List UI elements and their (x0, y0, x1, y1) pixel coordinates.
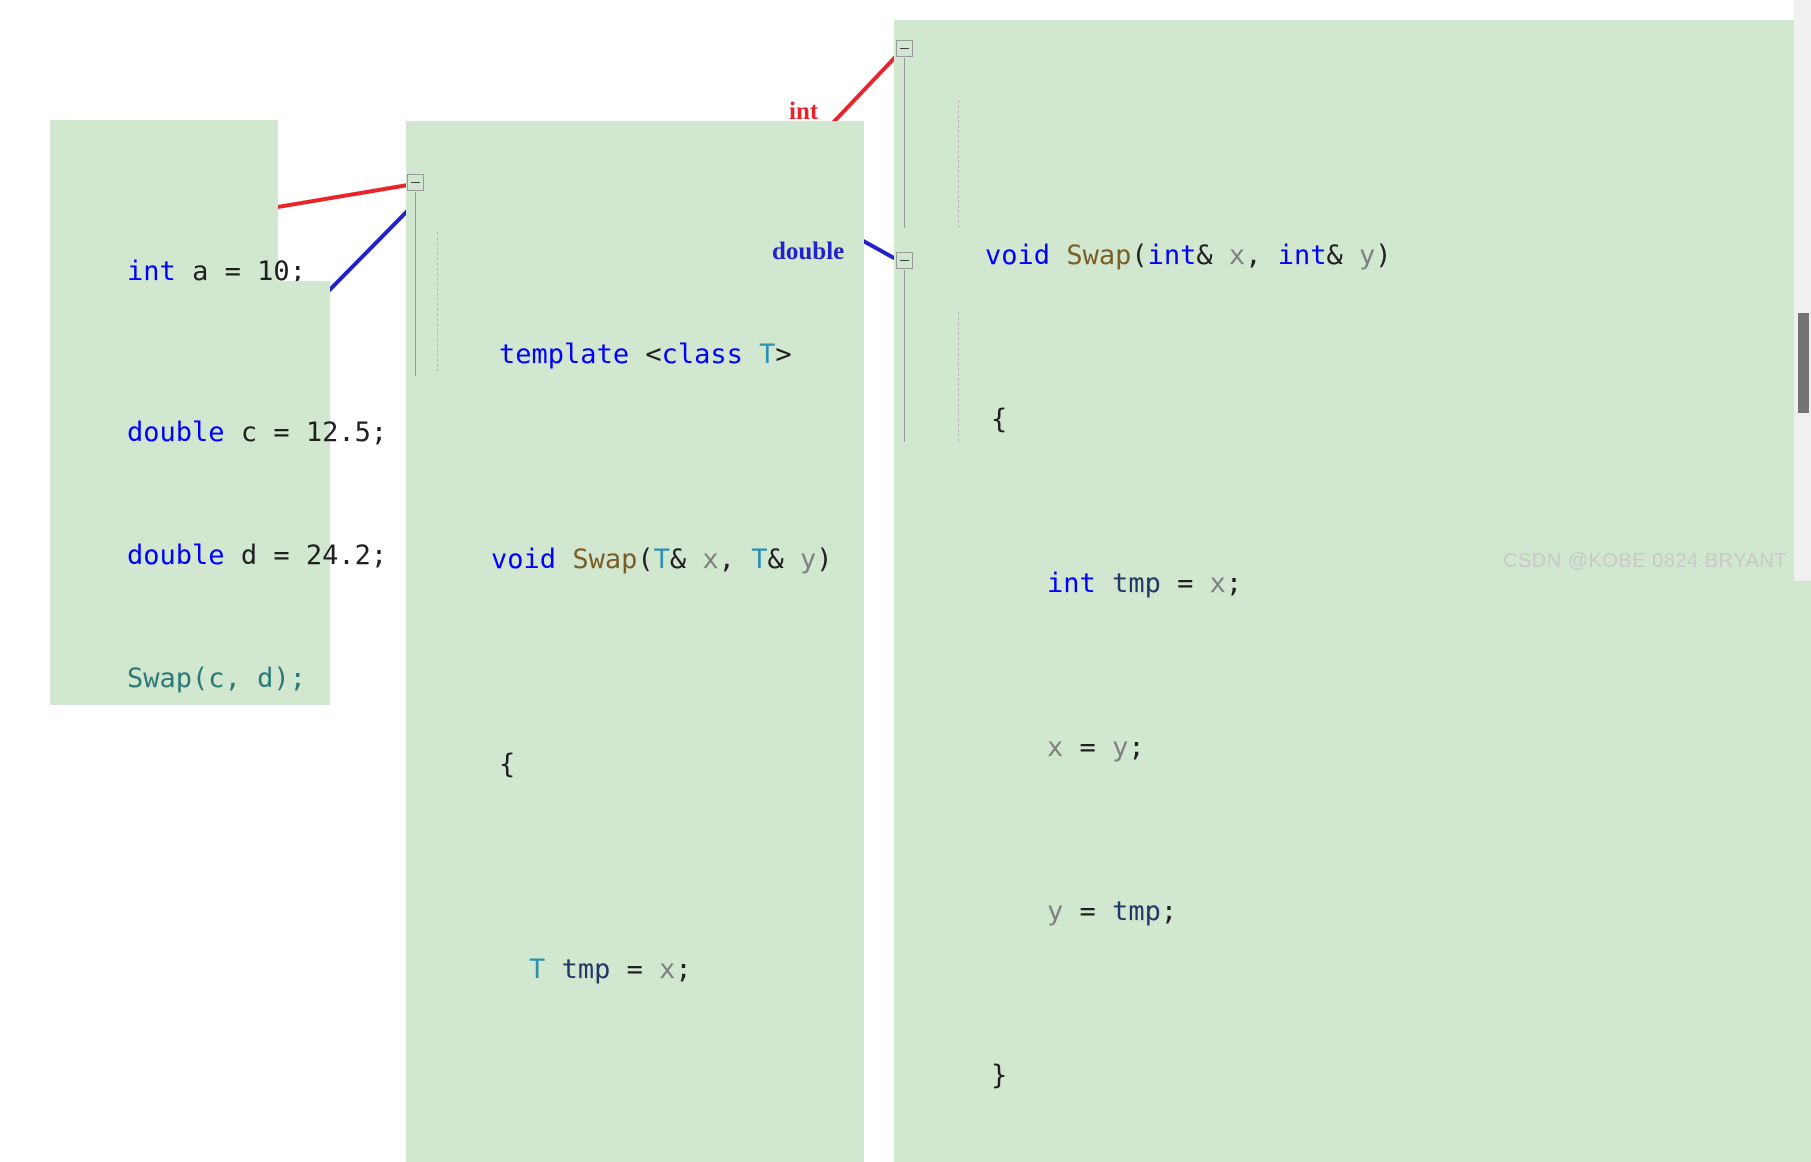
outline-guide-bar-template (415, 192, 416, 376)
code-panel-double-declaration: double c = 12.5; double d = 24.2; Swap(c… (50, 281, 387, 705)
token-operator: = (1160, 568, 1210, 599)
collapse-toggle-icon-template[interactable] (407, 174, 424, 191)
annotation-label-double: double (772, 238, 845, 265)
token-keyword-void: void (985, 240, 1051, 271)
token-punct: & (669, 544, 703, 575)
token-keyword-template: template (499, 339, 630, 370)
token-parameter: y (1112, 732, 1129, 763)
token-keyword-int: int (1047, 568, 1096, 599)
token-parameter: x (529, 1159, 545, 1162)
token-parameter: y (799, 544, 817, 575)
code-line: } (894, 1014, 1811, 1091)
watermark-text: CSDN @KOBE 0824 BRYANT (1503, 550, 1787, 572)
collapse-toggle-icon-int-swap[interactable] (896, 40, 913, 57)
token-parameter: x (702, 544, 719, 575)
token-keyword-class: class (661, 339, 743, 370)
code-line: void Swap(T& x, T& y) (406, 498, 864, 575)
code-line: double d = 24.2; (50, 494, 387, 571)
token-function-name: Swap (1066, 240, 1132, 271)
token-keyword: double (127, 540, 225, 571)
token-brace-open: { (499, 749, 516, 780)
code-line: x = y; (894, 686, 1811, 763)
token-local-var: tmp (1112, 896, 1161, 927)
collapse-toggle-icon-double-swap[interactable] (896, 252, 913, 269)
token-punct: & (767, 544, 800, 575)
token-punct: ; (1128, 732, 1145, 763)
token-parameter: x (1209, 568, 1226, 599)
code-line: void Swap(int& x, int& y) (894, 194, 1811, 271)
token-punct: ; (1160, 896, 1178, 927)
token-punct: ; (675, 954, 692, 985)
token-punct: ) (816, 544, 833, 575)
token-operator: = (1063, 896, 1113, 927)
outline-guide-bar-int-swap (904, 58, 905, 228)
code-line: { (406, 703, 864, 780)
token-brace-open: { (991, 404, 1008, 435)
code-line: template <class T> (406, 293, 864, 370)
code-panel-instantiations: void Swap(int& x, int& y) { int tmp = x;… (894, 20, 1811, 1162)
token-keyword-int: int (1147, 240, 1197, 271)
token-type-param: T (653, 544, 670, 575)
code-line: { (894, 358, 1811, 435)
token-keyword-void: void (491, 544, 557, 575)
token-parameter: x (1228, 240, 1246, 271)
token-parameter: x (1047, 732, 1064, 763)
token-operator: = (610, 954, 660, 985)
token-type-param: T (759, 339, 776, 370)
token-function-call: Swap(c, d); (127, 663, 306, 694)
code-panel-function-template: template <class T> void Swap(T& x, T& y)… (406, 121, 864, 1162)
code-line: int a = 10; (50, 210, 306, 287)
indent-guide-double-swap (958, 312, 959, 442)
token-punct: ( (637, 544, 654, 575)
token-type-param: T (751, 544, 768, 575)
token-punct: ; (610, 1159, 626, 1162)
token-function-name: Swap (572, 544, 638, 575)
token-punct: ; (1225, 568, 1243, 599)
token-text: c = 12.5; (224, 417, 388, 448)
token-punct: , (1245, 240, 1278, 271)
token-parameter: y (594, 1159, 610, 1162)
outline-guide-bar-double-swap (904, 270, 905, 442)
token-type-param: T (529, 954, 546, 985)
token-punct: ( (1131, 240, 1148, 271)
token-local-var: tmp (1112, 568, 1161, 599)
token-operator: = (1063, 732, 1113, 763)
code-line: x = y; (406, 1113, 864, 1162)
token-punct: > (775, 339, 792, 370)
token-punct: , (718, 544, 752, 575)
token-keyword: double (127, 417, 225, 448)
token-parameter: y (1359, 240, 1376, 271)
token-keyword-int: int (1277, 240, 1327, 271)
indent-guide-template (437, 232, 438, 372)
token-text: d = 24.2; (224, 540, 388, 571)
token-punct: & (1326, 240, 1359, 271)
annotation-label-int: int (789, 98, 819, 125)
vertical-scrollbar-thumb[interactable] (1798, 313, 1809, 413)
code-line: T tmp = x; (406, 908, 864, 985)
vertical-scrollbar-track[interactable] (1794, 0, 1811, 581)
token-local-var: tmp (561, 954, 611, 985)
code-line: Swap(c, d); (50, 617, 330, 694)
token-parameter: y (1047, 896, 1064, 927)
token-operator: = (545, 1159, 594, 1162)
token-brace-close: } (991, 1060, 1008, 1091)
code-line: double c = 12.5; (50, 371, 387, 448)
token-punct: & (1196, 240, 1229, 271)
code-line: y = tmp; (894, 850, 1811, 927)
token-punct: < (629, 339, 662, 370)
indent-guide-int-swap (958, 100, 959, 228)
token-punct: ) (1375, 240, 1392, 271)
token-parameter: x (659, 954, 676, 985)
